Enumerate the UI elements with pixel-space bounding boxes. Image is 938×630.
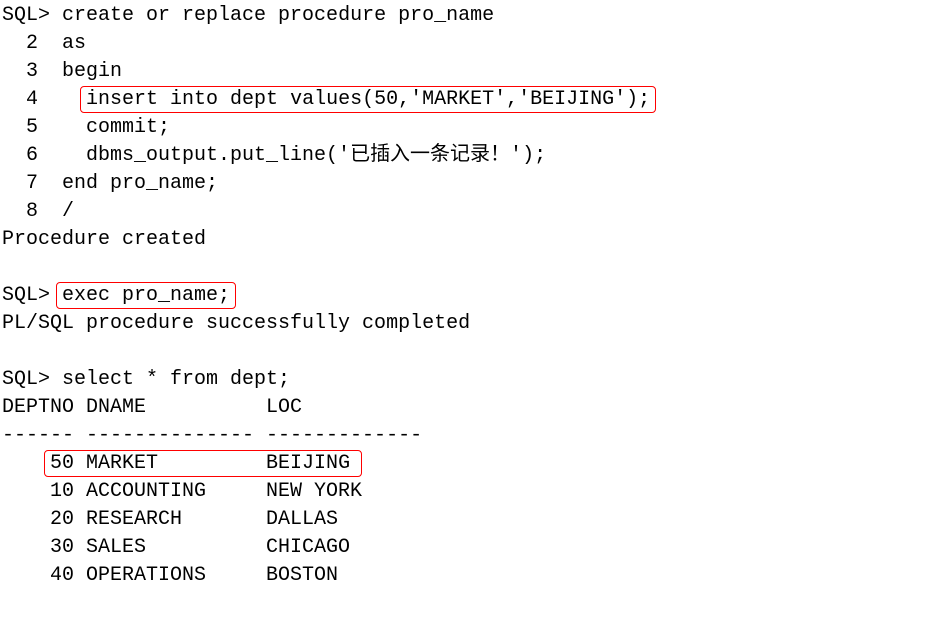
status-message: Procedure created — [2, 228, 206, 251]
blank-line — [2, 340, 14, 363]
code-text: commit; — [62, 116, 170, 139]
table-row: 30 SALES CHICAGO — [2, 536, 350, 559]
table-divider: ------ -------------- ------------- — [2, 424, 422, 447]
line-number: 3 — [2, 60, 62, 83]
code-text: select * from dept; — [50, 368, 290, 391]
highlighted-insert-statement: insert into dept values(50,'MARKET','BEI… — [86, 88, 650, 111]
table-row: 10 ACCOUNTING NEW YORK — [2, 480, 362, 503]
line-number: 8 — [2, 200, 62, 223]
line-number: 5 — [2, 116, 62, 139]
code-pad — [50, 284, 62, 307]
highlighted-exec-statement: exec pro_name; — [62, 284, 230, 307]
blank-line — [2, 256, 14, 279]
table-row: 20 RESEARCH DALLAS — [2, 508, 338, 531]
line-number: 2 — [2, 32, 62, 55]
sql-terminal-output: SQL> create or replace procedure pro_nam… — [0, 0, 938, 590]
code-text: begin — [62, 60, 122, 83]
code-pad — [62, 88, 86, 111]
highlighted-result-row: 50 MARKET BEIJING — [50, 452, 350, 475]
code-text: dbms_output.put_line('已插入一条记录！'); — [62, 144, 546, 167]
sql-prompt: SQL> — [2, 4, 50, 27]
sql-prompt: SQL> — [2, 368, 50, 391]
line-number: 4 — [2, 88, 62, 111]
code-text: end pro_name; — [62, 172, 218, 195]
code-text: as — [62, 32, 86, 55]
sql-prompt: SQL> — [2, 284, 50, 307]
row-pad — [2, 452, 50, 475]
line-number: 6 — [2, 144, 62, 167]
table-row: 40 OPERATIONS BOSTON — [2, 564, 338, 587]
status-message: PL/SQL procedure successfully completed — [2, 312, 470, 335]
table-header: DEPTNO DNAME LOC — [2, 396, 302, 419]
code-text: create or replace procedure pro_name — [50, 4, 494, 27]
line-number: 7 — [2, 172, 62, 195]
code-text: / — [62, 200, 74, 223]
